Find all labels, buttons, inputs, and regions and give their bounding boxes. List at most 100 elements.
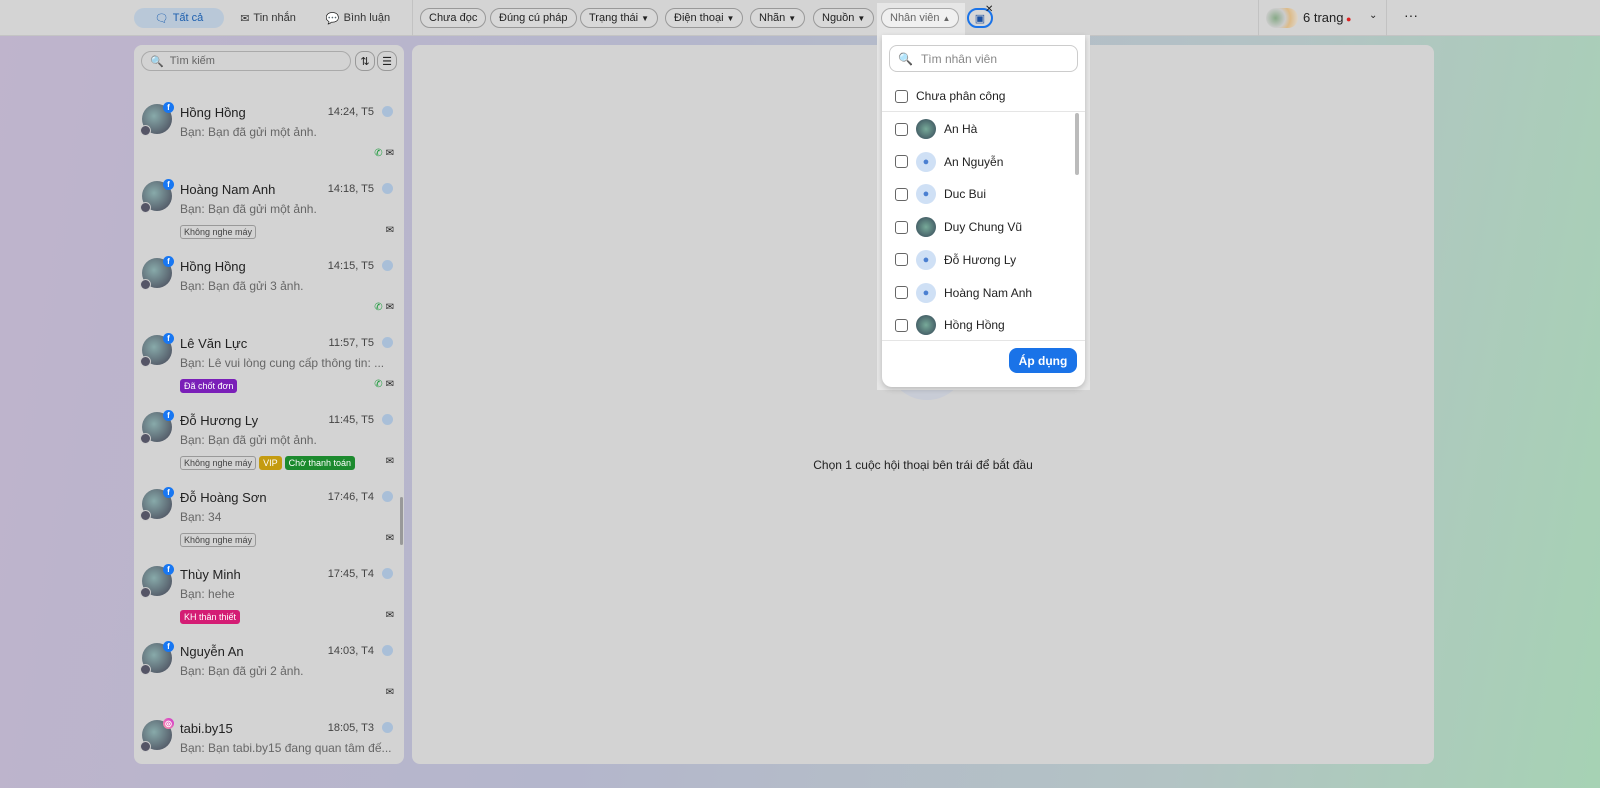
filter-unread[interactable]: Chưa đọc xyxy=(420,8,487,28)
search-input[interactable]: 🔍 Tìm kiếm xyxy=(141,51,351,71)
status-icons: ✆ ✉ xyxy=(374,302,394,313)
status-icons: ✉ xyxy=(386,225,394,236)
last-message: Bạn: Bạn đã gửi một ảnh. xyxy=(180,433,317,447)
mail-icon: ✉ xyxy=(240,12,250,25)
assignee-avatar xyxy=(140,587,151,598)
staff-option[interactable]: ● An Nguyễn xyxy=(895,151,1003,172)
facebook-icon: f xyxy=(163,179,174,190)
facebook-icon: f xyxy=(163,102,174,113)
tab-comments[interactable]: 💬 Bình luận xyxy=(318,8,398,28)
filter-label[interactable]: Nhãn ▼ xyxy=(750,8,806,28)
staff-option[interactable]: Hồng Hồng xyxy=(895,315,1005,336)
staff-name: Duy Chung Vũ xyxy=(944,220,1023,235)
checkbox[interactable] xyxy=(895,253,908,267)
conversation-item[interactable]: f Thùy Minh 17:45, T4 Bạn: hehe KH thân … xyxy=(134,562,404,639)
staff-option[interactable]: Duy Chung Vũ xyxy=(895,217,1023,238)
mail-icon: ✉ xyxy=(385,456,394,467)
scrollbar[interactable] xyxy=(400,497,403,545)
tab-all[interactable]: 🗨 Tất cả xyxy=(134,8,224,28)
filter-source[interactable]: Nguồn ▼ xyxy=(813,8,875,28)
staff-name: Duc Bui xyxy=(944,187,987,202)
last-message: Bạn: Bạn đã gửi 2 ảnh. xyxy=(180,664,304,678)
timestamp: 14:03, T4 xyxy=(327,645,374,657)
staff-name: An Hà xyxy=(944,122,978,136)
divider xyxy=(882,340,1085,341)
tab-messages[interactable]: ✉ Tin nhắn xyxy=(228,8,308,28)
checkbox[interactable] xyxy=(895,318,908,332)
staff-avatar xyxy=(916,119,936,139)
timestamp: 14:24, T5 xyxy=(327,106,374,118)
assignee-avatar xyxy=(140,356,151,367)
assigned-staff-icon xyxy=(382,568,393,579)
more-icon[interactable]: ··· xyxy=(1404,7,1418,23)
conversation-item[interactable]: ◎ tabi.by15 18:05, T3 Bạn: Bạn tabi.by15… xyxy=(134,716,404,764)
mail-icon: ✉ xyxy=(385,148,394,159)
facebook-icon: f xyxy=(163,641,174,652)
contact-name: Đỗ Hương Ly xyxy=(180,413,259,428)
checkbox[interactable] xyxy=(895,89,908,103)
tag-list: Không nghe máy xyxy=(180,225,257,239)
conversation-item[interactable]: f Đỗ Hương Ly 11:45, T5 Bạn: Bạn đã gửi … xyxy=(134,408,404,485)
contact-name: Hoàng Nam Anh xyxy=(180,182,276,197)
chevron-down-icon: ▼ xyxy=(857,13,866,23)
status-icons: ✉ xyxy=(386,610,394,621)
checkbox[interactable] xyxy=(895,155,908,169)
last-message: Bạn: 34 xyxy=(180,510,222,524)
assigned-staff-icon xyxy=(382,106,393,117)
apply-button[interactable]: Áp dụng xyxy=(1009,348,1077,373)
contact-name: Nguyễn An xyxy=(180,644,244,659)
staff-option[interactable]: ● Hoàng Nam Anh xyxy=(895,282,1032,303)
status-icons: ✆ ✉ xyxy=(374,379,394,390)
scrollbar[interactable] xyxy=(1075,113,1079,175)
facebook-icon: f xyxy=(163,410,174,421)
filter-list-button[interactable]: ☰ xyxy=(377,51,397,71)
conversation-item[interactable]: f Nguyễn An 14:03, T4 Bạn: Bạn đã gửi 2 … xyxy=(134,639,404,716)
staff-name: Hồng Hồng xyxy=(944,318,1005,333)
search-icon: 🔍 xyxy=(150,55,164,68)
assigned-staff-icon xyxy=(382,645,393,656)
filter-staff[interactable]: Nhân viên ▲ xyxy=(881,8,960,28)
pages-selector[interactable]: 6 trang ● xyxy=(1303,10,1351,25)
checklist-icon: ☰ xyxy=(382,55,392,68)
conversation-item[interactable]: f Hoàng Nam Anh 14:18, T5 Bạn: Bạn đã gử… xyxy=(134,177,404,254)
sort-icon: ⇅ xyxy=(360,55,370,68)
staff-option[interactable]: ● Duc Bui xyxy=(895,184,987,205)
conversation-item[interactable]: f Hồng Hồng 14:15, T5 Bạn: Bạn đã gửi 3 … xyxy=(134,254,404,331)
assignee-avatar xyxy=(140,202,151,213)
filter-phone[interactable]: Điện thoại ▼ xyxy=(665,8,744,28)
assigned-staff-icon xyxy=(382,491,393,502)
sort-button[interactable]: ⇅ xyxy=(355,51,375,71)
contact-name: Hồng Hồng xyxy=(180,259,246,274)
staff-option[interactable]: An Hà xyxy=(895,119,977,139)
unassigned-option[interactable]: Chưa phân công xyxy=(895,89,1005,103)
checkbox[interactable] xyxy=(895,122,908,136)
checkbox[interactable] xyxy=(895,220,908,234)
timestamp: 11:45, T5 xyxy=(328,414,374,426)
contact-name: Hồng Hồng xyxy=(180,105,246,120)
conversation-item[interactable]: f Lê Văn Lực 11:57, T5 Bạn: Lê vui lòng … xyxy=(134,331,404,408)
divider xyxy=(1386,0,1387,36)
tag: Chờ thanh toán xyxy=(284,456,356,470)
phone-icon: ✆ xyxy=(374,148,383,159)
filter-status[interactable]: Trạng thái ▼ xyxy=(580,8,659,28)
chevron-up-icon: ▲ xyxy=(942,13,951,23)
staff-avatar: ● xyxy=(916,184,936,205)
tag: KH thân thiết xyxy=(180,610,241,624)
checkbox[interactable] xyxy=(895,286,908,299)
staff-search-input[interactable]: 🔍 Tìm nhân viên xyxy=(889,45,1078,72)
comment-icon: 💬 xyxy=(325,12,340,25)
staff-dropdown-backdrop: 🔍 Tìm nhân viên Chưa phân công An Hà ● An N… xyxy=(877,35,1090,390)
conversation-item[interactable]: f Đỗ Hoàng Sơn 17:46, T4 Bạn: 34 Không n… xyxy=(134,485,404,562)
status-icons: ✉ xyxy=(386,687,394,698)
chevron-down-icon[interactable]: ⌄ xyxy=(1369,10,1377,21)
clear-date-icon[interactable]: ✕ xyxy=(985,4,993,15)
checkbox[interactable] xyxy=(895,187,908,201)
assignee-avatar xyxy=(140,433,151,444)
status-icons: ✉ xyxy=(386,533,394,544)
phone-icon: ✆ xyxy=(374,302,383,313)
filter-syntax[interactable]: Đúng cú pháp xyxy=(490,8,577,28)
conversation-list-panel: 🔍 Tìm kiếm ⇅ ☰ f Hồng Hồng 14:24, T5 Bạn:… xyxy=(134,45,404,764)
conversation-item[interactable]: f Hồng Hồng 14:24, T5 Bạn: Bạn đã gửi mộ… xyxy=(134,100,404,177)
timestamp: 17:46, T4 xyxy=(327,491,374,503)
staff-option[interactable]: ● Đỗ Hương Ly xyxy=(895,249,1016,270)
